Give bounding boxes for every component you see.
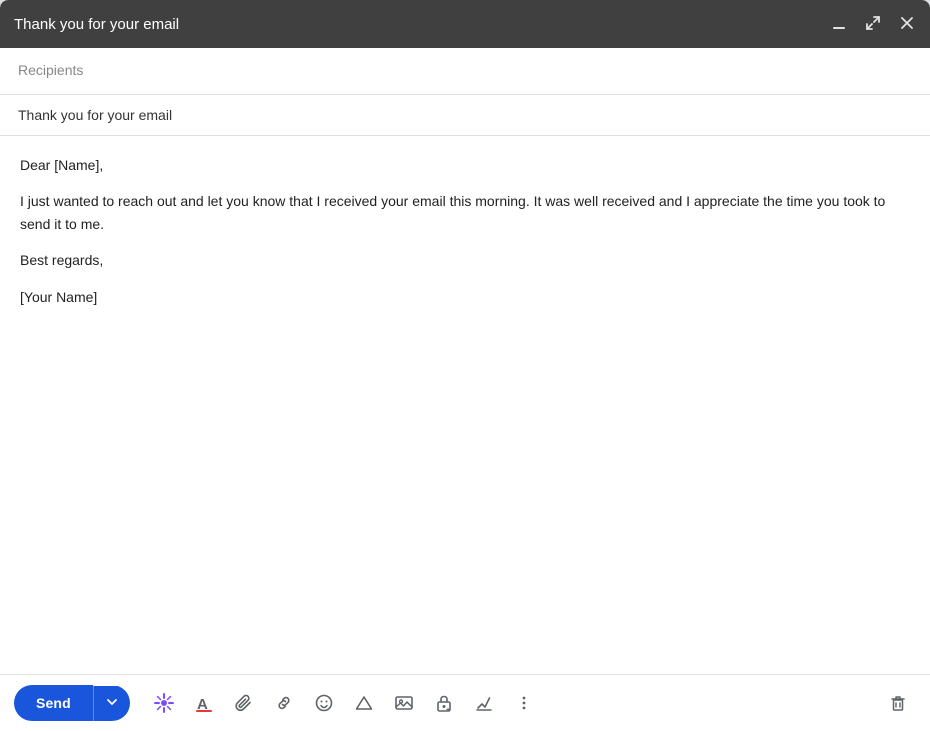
send-button[interactable]: Send <box>14 685 93 721</box>
title-bar-actions <box>830 14 916 35</box>
dropdown-arrow-icon <box>106 696 118 711</box>
close-icon[interactable] <box>898 14 916 35</box>
body-signature: [Your Name] <box>20 286 910 308</box>
recipients-row[interactable]: Recipients <box>0 48 930 95</box>
title-bar: Thank you for your email <box>0 0 930 48</box>
body-area[interactable]: Dear [Name], I just wanted to reach out … <box>0 136 930 674</box>
send-dropdown-button[interactable] <box>93 686 130 721</box>
window-title: Thank you for your email <box>14 16 179 33</box>
link-button[interactable] <box>266 685 302 721</box>
emoji-button[interactable] <box>306 685 342 721</box>
delete-button[interactable] <box>880 685 916 721</box>
subject-row[interactable]: Thank you for your email <box>0 95 930 136</box>
drive-button[interactable] <box>346 685 382 721</box>
photo-button[interactable] <box>386 685 422 721</box>
subject-text: Thank you for your email <box>18 107 172 123</box>
attach-button[interactable] <box>226 685 262 721</box>
body-closing: Best regards, <box>20 249 910 271</box>
compose-window: Thank you for your email <box>0 0 930 731</box>
signature-button[interactable] <box>466 685 502 721</box>
more-options-button[interactable] <box>506 685 542 721</box>
recipients-label: Recipients <box>18 62 83 78</box>
body-paragraph: I just wanted to reach out and let you k… <box>20 190 910 235</box>
svg-text:+: + <box>446 707 450 713</box>
minimize-icon[interactable] <box>830 14 848 35</box>
format-text-button[interactable]: A <box>186 685 222 721</box>
expand-icon[interactable] <box>864 14 882 35</box>
confidential-button[interactable]: + <box>426 685 462 721</box>
send-button-group: Send <box>14 685 130 721</box>
body-greeting: Dear [Name], <box>20 154 910 176</box>
toolbar: Send <box>0 674 930 731</box>
ai-icon-button[interactable] <box>146 685 182 721</box>
